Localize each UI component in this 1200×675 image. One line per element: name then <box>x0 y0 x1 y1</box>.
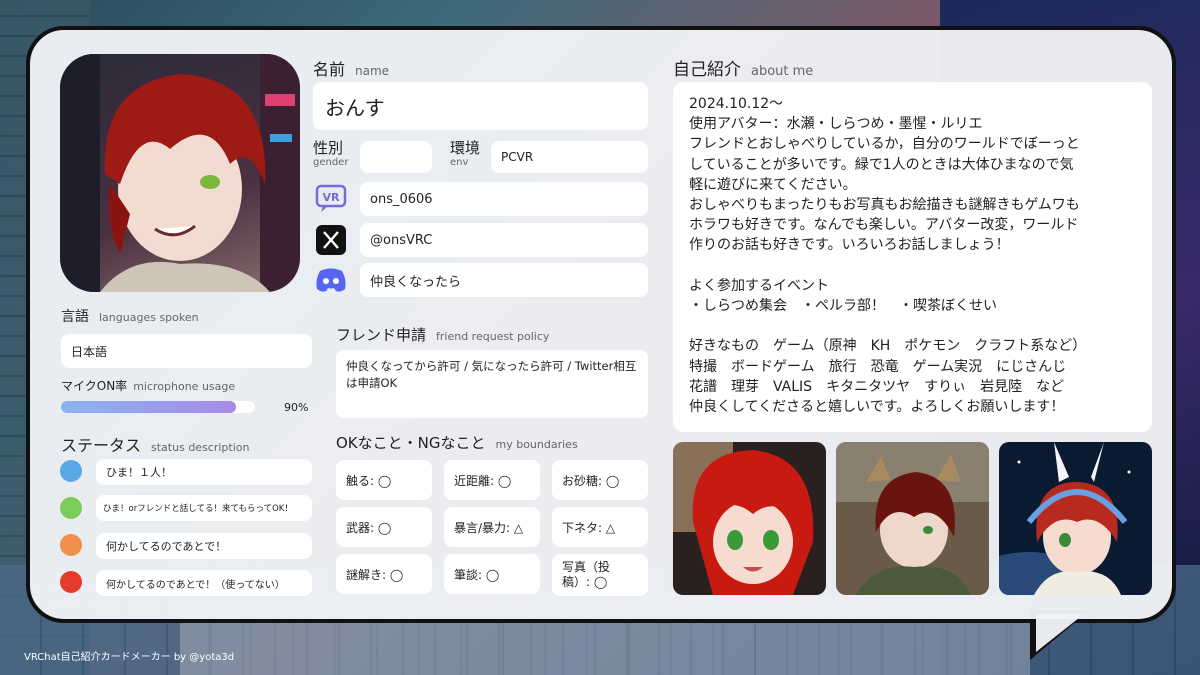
mic-percent: 90% <box>284 401 309 414</box>
languages-label-row: 言語 languages spoken <box>61 306 199 326</box>
boundaries-label-en: my boundaries <box>495 438 578 451</box>
friend-policy-field[interactable]: 仲良くなってから許可 / 気になったら許可 / Twitter相互は申請OK <box>336 350 648 418</box>
twitter-id-field[interactable]: @onsVRC <box>360 223 648 257</box>
status-dot-green <box>60 497 82 519</box>
gallery-photo-1[interactable] <box>673 442 826 595</box>
status-dot-blue <box>60 460 82 482</box>
mic-progress-fill <box>61 401 236 413</box>
discord-icon <box>313 263 349 297</box>
boundary-puzzles[interactable]: 謎解き: ◯ <box>336 554 432 594</box>
status-text-orange[interactable]: 何かしてるのであとで！ <box>96 533 312 559</box>
about-label-row: 自己紹介 about me <box>673 55 813 80</box>
languages-label: 言語 <box>61 309 89 325</box>
status-text-blue[interactable]: ひま！１人！ <box>96 459 312 485</box>
friend-label-en: friend request policy <box>436 330 550 343</box>
env-label-block: 環境 env <box>450 141 480 168</box>
boundaries-label-row: OKなこと・NGなこと my boundaries <box>336 432 578 453</box>
gender-field[interactable] <box>360 141 432 173</box>
about-label: 自己紹介 <box>673 60 741 80</box>
boundary-written-chat[interactable]: 筆談: ◯ <box>444 554 540 594</box>
friend-label-row: フレンド申請 friend request policy <box>336 324 549 345</box>
discord-field[interactable]: 仲良くなったら <box>360 263 648 297</box>
env-label-en: env <box>450 157 469 168</box>
boundary-weapons[interactable]: 武器: ◯ <box>336 507 432 547</box>
name-label-row: 名前 name <box>313 56 389 80</box>
languages-field[interactable]: 日本語 <box>61 334 312 368</box>
env-field[interactable]: PCVR <box>491 141 648 173</box>
boundary-sugar[interactable]: お砂糖: ◯ <box>552 460 648 500</box>
name-field[interactable]: おんす <box>313 82 648 130</box>
boundary-lewd[interactable]: 下ネタ: △ <box>552 507 648 547</box>
boundary-touch[interactable]: 触る: ◯ <box>336 460 432 500</box>
svg-text:VR: VR <box>323 191 341 204</box>
boundaries-label: OKなこと・NGなこと <box>336 434 486 452</box>
gender-label: 性別 <box>313 139 344 157</box>
mic-progress-track <box>61 401 255 413</box>
boundary-violence[interactable]: 暴言/暴力: △ <box>444 507 540 547</box>
gender-label-block: 性別 gender <box>313 141 348 168</box>
name-label-en: name <box>355 64 390 78</box>
status-label-en: status description <box>151 441 250 454</box>
boundary-close-distance[interactable]: 近距離: ◯ <box>444 460 540 500</box>
status-label-row: ステータス status description <box>61 432 249 456</box>
status-text-red[interactable]: 何かしてるのであとで！（使ってない） <box>96 570 312 596</box>
speech-tail-inner <box>1036 614 1084 652</box>
about-label-en: about me <box>751 64 814 79</box>
mic-label: マイクON率 <box>61 379 128 393</box>
mic-label-row: マイクON率 microphone usage <box>61 377 235 394</box>
languages-label-en: languages spoken <box>99 311 199 324</box>
avatar-image <box>60 54 300 292</box>
about-text[interactable]: 2024.10.12〜 使用アバター：水瀬・しらつめ・墨惺・ルリエ フレンドとお… <box>673 82 1152 432</box>
status-dot-red <box>60 571 82 593</box>
footer-credit: VRChat自己紹介カードメーカー by @yota3d <box>24 652 235 663</box>
friend-label: フレンド申請 <box>336 326 427 344</box>
x-icon <box>313 223 349 257</box>
status-text-green[interactable]: ひま！orフレンドと話してる！来てもらってOK！ <box>96 495 312 521</box>
gallery-photo-2[interactable] <box>836 442 989 595</box>
gallery-photo-3[interactable] <box>999 442 1152 595</box>
status-label: ステータス <box>61 436 142 455</box>
env-label: 環境 <box>450 139 481 157</box>
mic-label-en: microphone usage <box>133 380 236 393</box>
gender-label-en: gender <box>313 157 349 168</box>
name-label: 名前 <box>313 60 346 79</box>
vrchat-id-field[interactable]: ons_0606 <box>360 182 648 216</box>
boundary-photos[interactable]: 写真（投稿）: ◯ <box>552 554 648 596</box>
vr-icon: VR <box>313 182 349 216</box>
status-dot-orange <box>60 534 82 556</box>
